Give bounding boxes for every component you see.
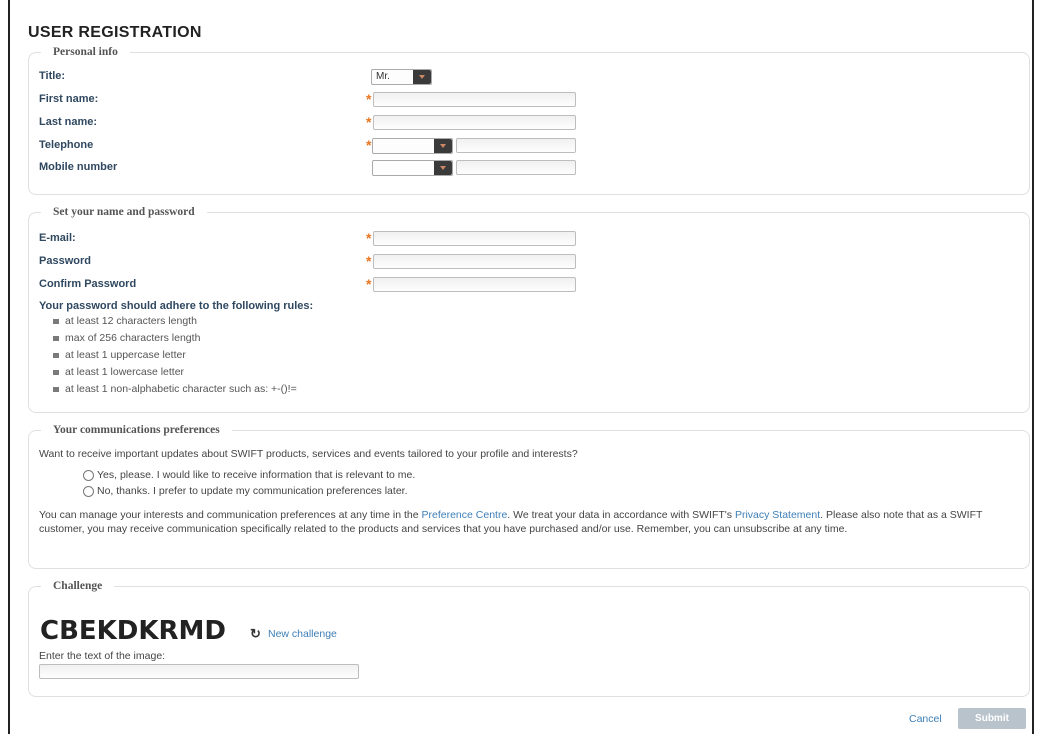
required-marker: * [366, 253, 372, 269]
required-marker: * [366, 91, 372, 107]
title-select[interactable]: Mr. [371, 69, 432, 85]
telephone-field[interactable] [456, 138, 576, 153]
password-rule-text: at least 1 uppercase letter [65, 349, 186, 361]
account-section: Set your name and password E-mail: * Pas… [28, 206, 1030, 413]
bullet-icon [53, 386, 59, 392]
first-name-field[interactable] [373, 92, 576, 107]
cancel-button[interactable]: Cancel [909, 713, 942, 725]
challenge-section: Challenge CBEKDKRMD ↻ New challenge Ente… [28, 580, 1030, 697]
para-text-1: You can manage your interests and commun… [39, 509, 422, 521]
communications-question: Want to receive important updates about … [39, 448, 578, 460]
captcha-field[interactable] [39, 664, 359, 679]
password-rule: at least 12 characters length [53, 315, 197, 327]
chevron-down-icon [413, 70, 431, 84]
title-select-value: Mr. [376, 71, 390, 82]
password-rules-title: Your password should adhere to the follo… [39, 300, 314, 312]
preference-centre-link[interactable]: Preference Centre [422, 509, 508, 521]
bullet-icon [53, 318, 59, 324]
mobile-country-select[interactable] [372, 160, 453, 176]
refresh-icon[interactable]: ↻ [250, 626, 261, 642]
required-marker: * [366, 230, 372, 246]
password-label: Password [39, 255, 91, 267]
captcha-text: CBEKDKRMD [40, 616, 227, 646]
telephone-country-select[interactable] [372, 138, 453, 154]
personal-info-legend: Personal info [53, 46, 118, 58]
option-yes-label: Yes, please. I would like to receive inf… [97, 469, 416, 481]
password-rule: at least 1 lowercase letter [53, 366, 184, 378]
personal-info-section: Personal info Title: Mr. First name: * L… [28, 46, 1030, 195]
communications-section: Your communications preferences Want to … [28, 424, 1030, 569]
account-legend: Set your name and password [53, 206, 195, 218]
page-title: USER REGISTRATION [28, 24, 202, 41]
confirm-password-label: Confirm Password [39, 278, 137, 290]
option-no-label: No, thanks. I prefer to update my commun… [97, 485, 408, 497]
challenge-legend: Challenge [53, 580, 103, 592]
captcha-image: CBEKDKRMD [40, 616, 226, 646]
last-name-field[interactable] [373, 115, 576, 130]
telephone-label: Telephone [39, 139, 94, 151]
required-marker: * [366, 276, 372, 292]
submit-button[interactable]: Submit [958, 708, 1026, 729]
password-rule-text: at least 1 non-alphabetic character such… [65, 383, 297, 395]
mobile-field[interactable] [456, 160, 576, 175]
option-yes[interactable]: Yes, please. I would like to receive inf… [83, 469, 415, 481]
email-label: E-mail: [39, 232, 76, 244]
password-rule-text: max of 256 characters length [65, 332, 201, 344]
required-marker: * [366, 137, 372, 153]
captcha-prompt: Enter the text of the image: [39, 650, 166, 662]
privacy-statement-link[interactable]: Privacy Statement [735, 509, 820, 521]
bullet-icon [53, 335, 59, 341]
required-marker: * [366, 114, 372, 130]
password-field[interactable] [373, 254, 576, 269]
radio-yes[interactable] [83, 469, 94, 481]
email-field[interactable] [373, 231, 576, 246]
confirm-password-field[interactable] [373, 277, 576, 292]
password-rule: max of 256 characters length [53, 332, 200, 344]
chevron-down-icon [434, 139, 452, 153]
title-label: Title: [39, 70, 66, 82]
bullet-icon [53, 369, 59, 375]
mobile-label: Mobile number [39, 161, 118, 173]
communications-legend: Your communications preferences [53, 424, 220, 436]
bullet-icon [53, 352, 59, 358]
option-no[interactable]: No, thanks. I prefer to update my commun… [83, 485, 408, 497]
password-rule-text: at least 12 characters length [65, 315, 197, 327]
para-text-2: . We treat your data in accordance with … [507, 509, 735, 521]
radio-no[interactable] [83, 485, 94, 497]
password-rule-text: at least 1 lowercase letter [65, 366, 185, 378]
chevron-down-icon [434, 161, 452, 175]
communications-paragraph: You can manage your interests and commun… [39, 508, 1029, 536]
first-name-label: First name: [39, 93, 99, 105]
new-challenge-link[interactable]: New challenge [268, 628, 337, 640]
password-rule: at least 1 uppercase letter [53, 349, 186, 361]
last-name-label: Last name: [39, 116, 98, 128]
password-rule: at least 1 non-alphabetic character such… [53, 383, 297, 395]
